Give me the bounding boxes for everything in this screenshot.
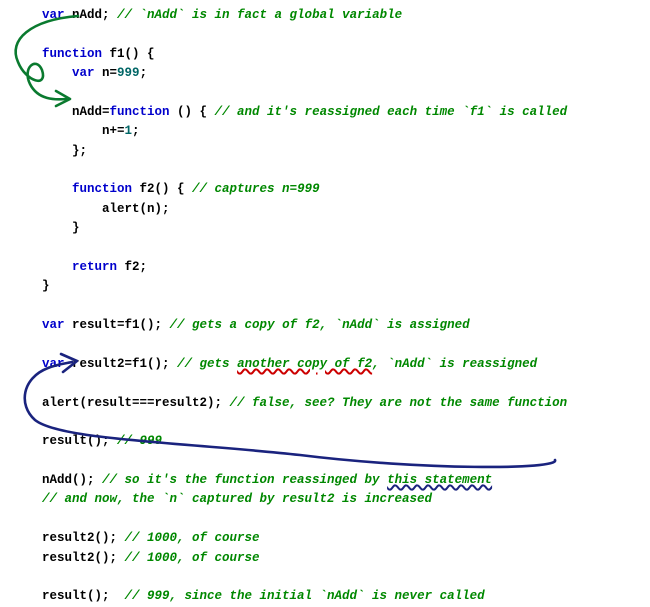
kw-var: var [42, 8, 65, 22]
kw-function: function [42, 47, 102, 61]
wavy-blue-underline: this statement [387, 473, 492, 487]
code-block: var nAdd; // `nAdd` is in fact a global … [0, 0, 650, 607]
wavy-red-underline: another copy of f2 [237, 357, 372, 371]
